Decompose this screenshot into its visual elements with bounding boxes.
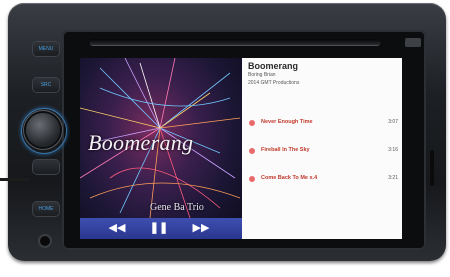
artist-name: Boring Brian [248,72,276,78]
source-button[interactable]: SRC [33,78,59,92]
cable [0,178,30,181]
menu-button[interactable]: MENU [33,42,59,56]
track-list: Never Enough Time 3:07 Fireball In The S… [242,116,402,200]
eject-button[interactable] [405,38,421,47]
sd-slot [430,150,434,186]
track-dot-icon [249,148,255,154]
track-dot-icon [249,176,255,182]
album-art-title: Boomerang [88,130,194,155]
home-button-label: HOME [38,206,54,212]
fast-forward-icon[interactable]: ▶▶ [186,218,216,239]
track-row[interactable]: Fireball In The Sky 3:16 [242,144,402,172]
rewind-icon[interactable]: ◀◀ [102,218,132,239]
aux-port [40,236,50,246]
track-name: Never Enough Time [261,119,313,125]
track-name: Fireball In The Sky [261,147,310,153]
track-duration: 3:16 [388,147,398,153]
album-art-artist: Gene Ba Trio [150,202,204,213]
pause-icon[interactable]: ❚❚ [144,218,174,239]
menu-button-label: MENU [38,46,54,52]
album-art: Boomerang Gene Ba Trio ◀◀ ❚❚ ▶▶ [80,58,242,239]
track-duration: 3:07 [388,119,398,125]
track-duration: 3:21 [388,175,398,181]
source-button-label: SRC [40,82,52,88]
track-row[interactable]: Come Back To Me x.4 3:21 [242,172,402,200]
track-row[interactable]: Never Enough Time 3:07 [242,116,402,144]
home-button[interactable]: HOME [33,202,59,216]
album-title: Boomerang [248,61,299,71]
track-dot-icon [249,120,255,126]
label-text: 2014 GMT Productions [248,80,300,86]
playback-controls: ◀◀ ❚❚ ▶▶ [80,218,242,239]
touch-screen: Boomerang Gene Ba Trio ◀◀ ❚❚ ▶▶ Boomeran… [80,58,402,239]
track-info-panel: Boomerang Boring Brian 2014 GMT Producti… [242,58,402,239]
volume-knob[interactable] [26,113,60,147]
track-name: Come Back To Me x.4 [261,175,318,181]
disc-slot [90,39,380,45]
side-button-3[interactable] [33,160,59,174]
